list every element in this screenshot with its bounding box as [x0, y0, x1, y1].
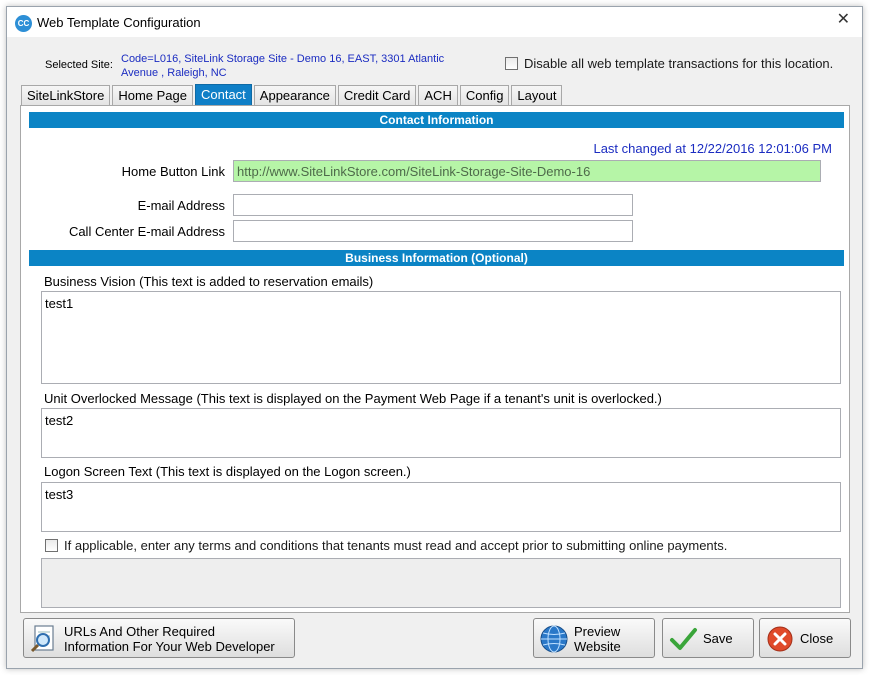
urls-info-label: URLs And Other Required Information For …: [64, 624, 275, 654]
logon-screen-textarea[interactable]: test3: [41, 482, 841, 532]
call-center-email-label: Call Center E-mail Address: [68, 224, 225, 239]
business-information-header: Business Information (Optional): [29, 250, 844, 266]
tab-ach[interactable]: ACH: [418, 85, 458, 106]
close-button[interactable]: Close: [759, 618, 851, 658]
business-vision-textarea[interactable]: test1: [41, 291, 841, 384]
app-logo-icon: CC: [15, 15, 32, 32]
selected-site-row: Selected Site: Code=L016, SiteLink Stora…: [7, 45, 862, 85]
logon-screen-label: Logon Screen Text (This text is displaye…: [44, 464, 411, 479]
tab-config[interactable]: Config: [459, 85, 510, 106]
disable-transactions-option[interactable]: Disable all web template transactions fo…: [505, 56, 833, 71]
preview-website-label-line2: Website: [574, 639, 621, 654]
window-title: Web Template Configuration: [37, 15, 201, 30]
terms-conditions-textarea[interactable]: [41, 558, 841, 608]
title-bar: CC Web Template Configuration ✕: [7, 7, 862, 37]
checkmark-icon: [670, 628, 697, 650]
contact-information-header: Contact Information: [29, 112, 844, 128]
terms-conditions-checkbox[interactable]: [45, 539, 58, 552]
window-close-icon[interactable]: ✕: [837, 10, 850, 30]
unit-overlocked-textarea[interactable]: test2: [41, 408, 841, 458]
email-label: E-mail Address: [137, 198, 225, 213]
disable-transactions-label: Disable all web template transactions fo…: [524, 56, 834, 71]
selected-site-label: Selected Site:: [45, 59, 113, 71]
unit-overlocked-label: Unit Overlocked Message (This text is di…: [44, 391, 662, 406]
tab-layout[interactable]: Layout: [511, 85, 563, 106]
home-link-label: Home Button Link: [121, 164, 225, 179]
selected-site-value: Code=L016, SiteLink Storage Site - Demo …: [121, 53, 445, 79]
business-vision-label: Business Vision (This text is added to r…: [44, 274, 374, 289]
tab-appearance[interactable]: Appearance: [253, 85, 336, 106]
tab-sitelinkstore[interactable]: SiteLinkStore: [21, 85, 111, 106]
save-label: Save: [703, 631, 733, 646]
preview-website-label: Preview Website: [574, 624, 621, 654]
call-center-email-input[interactable]: [233, 220, 633, 242]
tab-credit-card[interactable]: Credit Card: [337, 85, 417, 106]
urls-info-button[interactable]: URLs And Other Required Information For …: [23, 618, 295, 658]
globe-icon: [540, 625, 568, 653]
home-link-input[interactable]: [233, 160, 821, 182]
preview-website-label-line1: Preview: [574, 624, 621, 639]
terms-conditions-option[interactable]: If applicable, enter any terms and condi…: [45, 538, 727, 553]
terms-conditions-label: If applicable, enter any terms and condi…: [64, 538, 728, 553]
disable-transactions-checkbox[interactable]: [505, 57, 518, 70]
close-circle-icon: [767, 626, 793, 652]
preview-website-button[interactable]: Preview Website: [533, 618, 655, 658]
urls-info-label-line2: Information For Your Web Developer: [64, 639, 275, 654]
contact-tab-panel: Contact Information Last changed at 12/2…: [20, 105, 850, 613]
tab-home-page[interactable]: Home Page: [112, 85, 193, 106]
tab-contact[interactable]: Contact: [194, 84, 252, 106]
last-changed-text: Last changed at 12/22/2016 12:01:06 PM: [593, 141, 832, 156]
email-input[interactable]: [233, 194, 633, 216]
close-label: Close: [800, 631, 834, 646]
web-template-window: CC Web Template Configuration ✕ Selected…: [6, 6, 863, 669]
urls-info-label-line1: URLs And Other Required: [64, 624, 216, 639]
tab-strip: SiteLinkStore Home Page Contact Appearan…: [21, 84, 564, 106]
save-button[interactable]: Save: [662, 618, 754, 658]
document-search-icon: [30, 625, 54, 653]
